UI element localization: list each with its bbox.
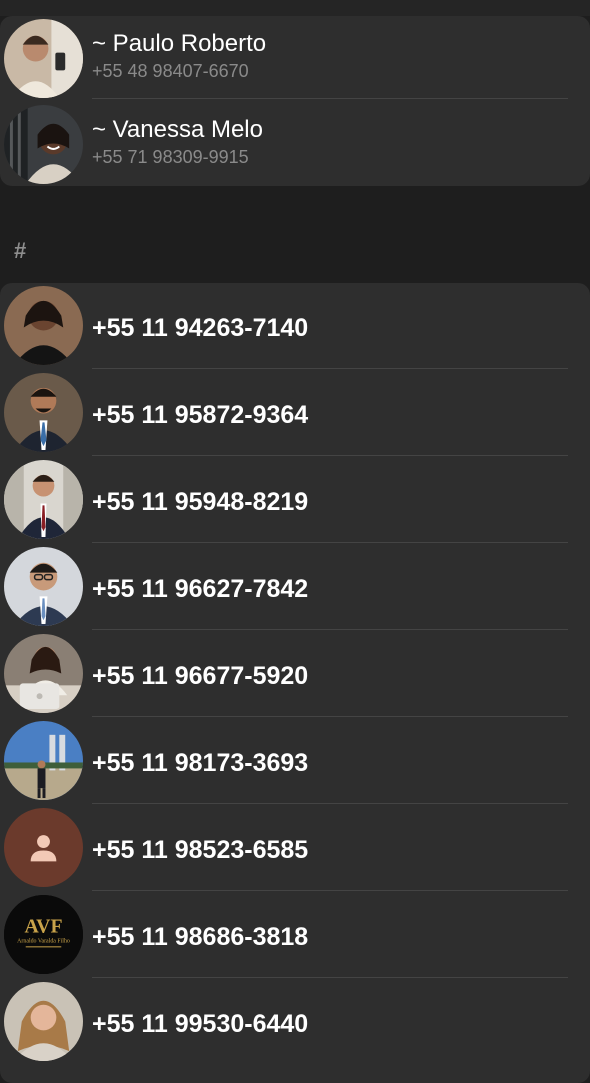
contact-row[interactable]: ~ Paulo Roberto +55 48 98407-6670 xyxy=(0,16,590,102)
contact-phone: +55 11 95948-8219 xyxy=(92,488,309,516)
divider xyxy=(92,455,568,456)
contact-row[interactable]: +55 11 94263-7140 xyxy=(0,283,590,370)
avatar[interactable] xyxy=(4,460,83,539)
logo-text: AVF xyxy=(24,916,62,938)
divider xyxy=(92,890,568,891)
avatar[interactable] xyxy=(4,547,83,626)
avatar[interactable] xyxy=(4,286,83,365)
divider xyxy=(92,368,568,369)
avatar[interactable] xyxy=(4,373,83,452)
avf-logo[interactable]: AVF Arnaldo Varalda Filho xyxy=(4,895,83,974)
contact-phone: +55 11 96677-5920 xyxy=(92,662,309,690)
contact-phone: +55 11 95872-9364 xyxy=(92,401,309,429)
contact-row[interactable]: +55 11 96677-5920 xyxy=(0,631,590,718)
contact-row[interactable]: AVF Arnaldo Varalda Filho +55 11 98686-3… xyxy=(0,892,590,979)
avatar[interactable] xyxy=(4,19,83,98)
logo-subtext: Arnaldo Varalda Filho xyxy=(17,938,70,944)
contact-phone: +55 11 94263-7140 xyxy=(92,314,309,342)
avatar[interactable] xyxy=(4,721,83,800)
contact-row[interactable]: +55 11 95872-9364 xyxy=(0,370,590,457)
contact-phone: +55 71 98309-9915 xyxy=(92,147,249,167)
contact-row[interactable]: +55 11 99530-6440 xyxy=(0,979,590,1066)
contact-row[interactable]: ~ Vanessa Melo +55 71 98309-9915 xyxy=(0,102,590,188)
contact-phone: +55 48 98407-6670 xyxy=(92,61,249,81)
contact-phone: +55 11 98523-6585 xyxy=(92,836,309,864)
avatar[interactable] xyxy=(4,634,83,713)
contact-row[interactable]: +55 11 98523-6585 xyxy=(0,805,590,892)
contact-phone: +55 11 99530-6440 xyxy=(92,1010,309,1038)
contact-name: ~ Vanessa Melo xyxy=(92,116,263,143)
contact-name: ~ Paulo Roberto xyxy=(92,30,267,57)
top-strip xyxy=(0,0,590,16)
contact-phone: +55 11 98686-3818 xyxy=(92,923,309,951)
contact-row[interactable]: +55 11 95948-8219 xyxy=(0,457,590,544)
contact-row[interactable]: +55 11 98173-3693 xyxy=(0,718,590,805)
contact-phone: +55 11 98173-3693 xyxy=(92,749,309,777)
section-header: # xyxy=(14,238,27,263)
divider xyxy=(92,803,568,804)
default-avatar[interactable] xyxy=(4,808,83,887)
avatar[interactable] xyxy=(4,982,83,1061)
avatar[interactable] xyxy=(4,105,83,184)
divider xyxy=(92,716,568,717)
divider xyxy=(92,629,568,630)
contact-row[interactable]: +55 11 96627-7842 xyxy=(0,544,590,631)
contact-phone: +55 11 96627-7842 xyxy=(92,575,309,603)
divider xyxy=(92,542,568,543)
divider xyxy=(92,98,568,99)
divider xyxy=(92,977,568,978)
